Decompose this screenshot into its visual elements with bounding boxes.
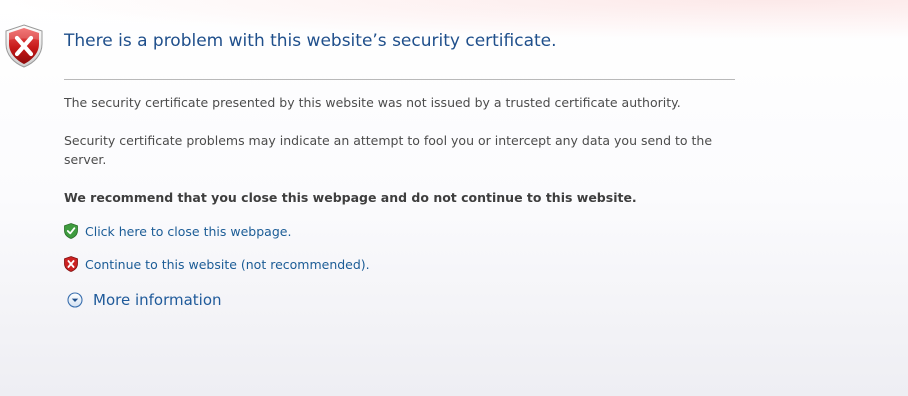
green-check-shield-icon <box>64 223 78 239</box>
title-divider <box>64 79 735 80</box>
more-information-toggle[interactable]: More information <box>67 291 222 309</box>
more-information-label[interactable]: More information <box>93 291 222 309</box>
red-x-shield-icon <box>64 256 78 272</box>
error-shield-icon <box>4 24 44 68</box>
continue-to-website-link-label[interactable]: Continue to this website (not recommende… <box>85 257 370 272</box>
continue-to-website-link[interactable]: Continue to this website (not recommende… <box>64 255 370 273</box>
page-title: There is a problem with this website’s s… <box>64 31 557 51</box>
security-warning-message: Security certificate problems may indica… <box>64 133 713 167</box>
certificate-authority-message: The security certificate presented by th… <box>64 95 681 110</box>
recommendation-text: We recommend that you close this webpage… <box>64 190 637 205</box>
close-webpage-link[interactable]: Click here to close this webpage. <box>64 222 291 240</box>
expand-chevron-icon <box>67 292 83 308</box>
close-webpage-link-label[interactable]: Click here to close this webpage. <box>85 224 291 239</box>
